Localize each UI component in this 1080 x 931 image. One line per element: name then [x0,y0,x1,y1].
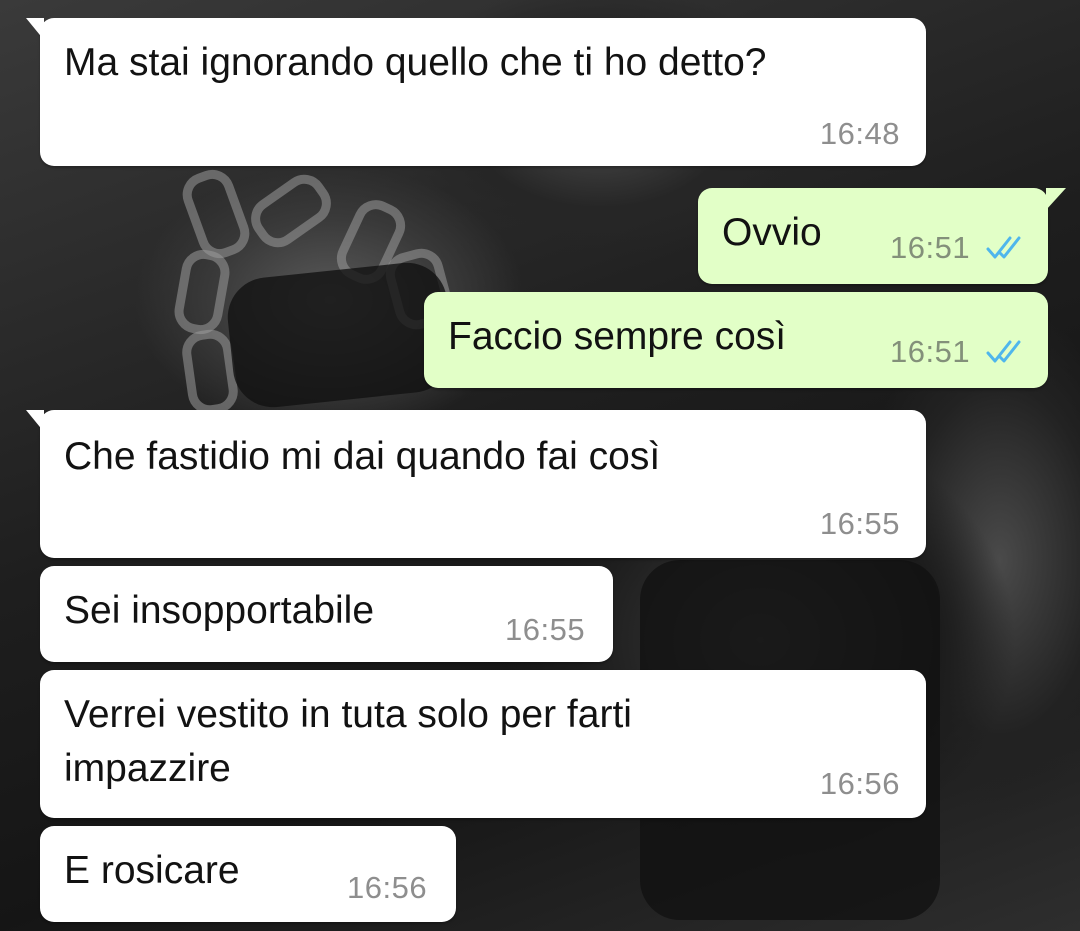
message-text: Faccio sempre così [448,315,787,358]
message-text: Ovvio [722,211,822,254]
message-time: 16:51 [890,334,971,369]
message-text: Sei insopportabile [64,589,375,632]
message-time: 16:55 [819,506,900,541]
incoming-message[interactable]: Sei insopportabile 16:55 [40,566,613,662]
double-check-icon [986,236,1021,259]
incoming-message[interactable]: Che fastidio mi dai quando fai così 16:5… [26,410,926,558]
message-time: 16:48 [819,116,900,151]
outgoing-message[interactable]: Faccio sempre così 16:51 [424,292,1048,388]
message-time: 16:56 [347,870,428,905]
incoming-message[interactable]: Ma stai ignorando quello che ti ho detto… [26,18,926,166]
incoming-message[interactable]: E rosicare 16:56 [40,826,456,922]
message-text: Ma stai ignorando quello che ti ho detto… [64,41,767,84]
outgoing-message[interactable]: Ovvio 16:51 [698,188,1066,284]
bubble-tail [26,18,44,40]
message-text: E rosicare [64,849,240,892]
bubble-tail [1046,188,1066,210]
message-text: Che fastidio mi dai quando fai così [64,435,661,478]
message-text: Verrei vestito in tuta solo per farti im… [64,693,632,790]
double-check-icon [986,340,1021,363]
bubble-tail [26,410,44,432]
message-time: 16:51 [890,230,971,265]
message-list[interactable]: Ma stai ignorando quello che ti ho detto… [0,0,1080,931]
message-time: 16:55 [505,612,586,647]
message-time: 16:56 [819,766,900,801]
incoming-message[interactable]: Verrei vestito in tuta solo per farti im… [40,670,926,818]
